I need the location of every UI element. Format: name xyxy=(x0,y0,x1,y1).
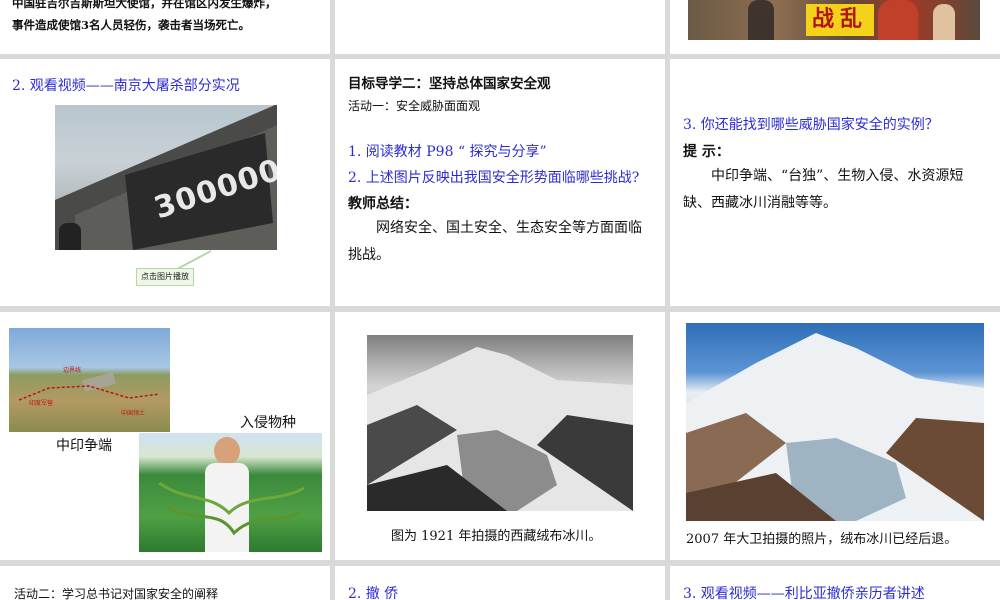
slide-thumbnail-1[interactable]: 中国驻吉尔吉斯斯坦大使馆，并在馆区内发生爆炸， 事件造成使馆3名人员轻伤，袭击者… xyxy=(0,0,330,54)
slide-thumbnail-3[interactable]: 战乱 xyxy=(670,0,1000,54)
border-dispute-map-photo: 边界线 印度军营 中国领土 xyxy=(9,328,170,432)
image-label: 中印争端 xyxy=(56,438,112,454)
slide-question: 3. 你还能找到哪些威胁国家安全的实例？ xyxy=(683,117,939,133)
activity-label: 活动一：安全威胁面面观 xyxy=(348,99,481,113)
slide-thumbnail-6[interactable]: 3. 你还能找到哪些威胁国家安全的实例？ 提 示： 中印争端、“台独”、生物入侵… xyxy=(670,59,1000,306)
slide-thumbnail-8[interactable]: 图为 1921 年拍摄的西藏绒布冰川。 xyxy=(335,312,665,560)
slide-thumbnail-7[interactable]: 边界线 印度军营 中国领土 中印争端 入侵物种 xyxy=(0,312,330,560)
slide-heading: 目标导学二：坚持总体国家安全观 xyxy=(348,76,551,92)
slide-thumbnail-12[interactable]: 3. 观看视频——利比亚撤侨亲历者讲述 xyxy=(670,566,1000,600)
glacier-1921-photo xyxy=(367,335,633,511)
photo-caption: 2007 年大卫拍摄的照片，绒布冰川已经后退。 xyxy=(686,532,958,547)
photo-caption: 图为 1921 年拍摄的西藏绒布冰川。 xyxy=(391,529,602,544)
image-label: 入侵物种 xyxy=(240,415,296,431)
war-banner: 战乱 xyxy=(806,4,874,36)
slide-thumbnail-4[interactable]: 2. 观看视频——南京大屠杀部分实况 300000 点击图片播放 xyxy=(0,59,330,306)
slide-title: 2. 观看视频——南京大屠杀部分实况 xyxy=(12,78,240,94)
hint-text: 中印争端、“台独”、生物入侵、水资源短缺、西藏冰川消融等等。 xyxy=(683,168,964,211)
slide-thumbnail-10[interactable]: 活动二：学习总书记对国家安全的阐释 xyxy=(0,566,330,600)
war-photo: 战乱 xyxy=(688,0,980,40)
slide-title: 3. 观看视频——利比亚撤侨亲历者讲述 xyxy=(683,586,925,600)
activity-label: 活动二：学习总书记对国家安全的阐释 xyxy=(14,587,219,600)
memorial-wall-photo[interactable]: 300000 xyxy=(55,105,277,250)
hint-label: 提 示： xyxy=(683,144,730,160)
slide-title: 2. 撤 侨 xyxy=(348,586,399,600)
visitor-figures xyxy=(59,223,81,250)
slide-thumbnail-9[interactable]: 2007 年大卫拍摄的照片，绒布冰川已经后退。 xyxy=(670,312,1000,560)
summary-label: 教师总结： xyxy=(348,196,418,212)
glacier-2007-photo xyxy=(686,323,984,521)
slide-thumbnail-5[interactable]: 目标导学二：坚持总体国家安全观 活动一：安全威胁面面观 1. 阅读教材 P98 … xyxy=(335,59,665,306)
slide-thumbnail-2[interactable] xyxy=(335,0,665,54)
summary-text: 网络安全、国土安全、生态安全等方面面临挑战。 xyxy=(348,220,642,263)
slide-thumbnail-11[interactable]: 2. 撤 侨 xyxy=(335,566,665,600)
slide-text-line: 事件造成使馆3名人员轻伤，袭击者当场死亡。 xyxy=(12,18,250,32)
list-item: 1. 阅读教材 P98 “ 探究与分享” xyxy=(348,144,547,160)
slide-text-line: 中国驻吉尔吉斯斯坦大使馆，并在馆区内发生爆炸， xyxy=(12,0,277,10)
invasive-species-photo xyxy=(139,433,322,552)
list-item: 2. 上述图片反映出我国安全形势面临哪些挑战? xyxy=(348,170,640,186)
play-video-button[interactable]: 点击图片播放 xyxy=(136,268,194,286)
